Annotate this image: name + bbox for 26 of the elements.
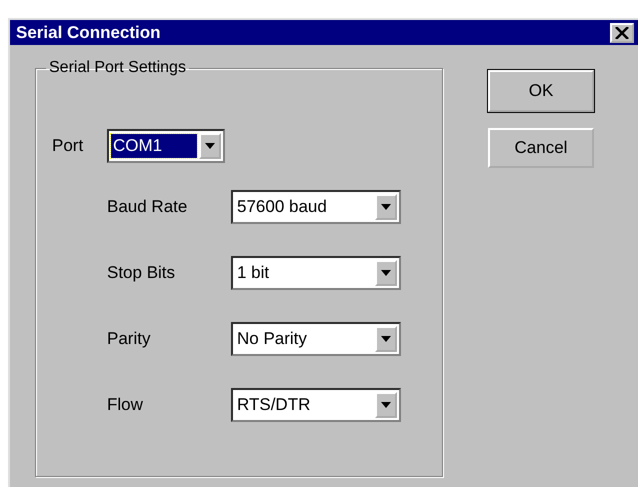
dropdown-button[interactable] [375, 260, 397, 286]
dialog-button[interactable]: OK [488, 70, 594, 112]
dropdown-field[interactable]: No Parity [231, 322, 401, 356]
close-button[interactable] [610, 22, 634, 42]
dropdown-field[interactable]: 1 bit [231, 256, 401, 290]
field-label: Flow [107, 395, 144, 415]
close-icon [615, 26, 629, 38]
field-label: Baud Rate [107, 197, 188, 217]
dropdown-field[interactable]: RTS/DTR [231, 388, 401, 422]
dropdown-arrow-icon [381, 336, 391, 342]
window-title: Serial Connection [16, 22, 161, 42]
field-label: Parity [107, 329, 152, 349]
field-label: Stop Bits [107, 263, 176, 283]
dropdown-arrow-icon [381, 270, 391, 276]
dropdown-field[interactable]: COM1 [107, 129, 225, 163]
dropdown-field[interactable]: 57600 baud [231, 190, 401, 224]
dropdown-button[interactable] [199, 133, 221, 159]
group-title: Serial Port Settings [48, 59, 187, 77]
dropdown-button[interactable] [375, 392, 397, 418]
dialog-button[interactable]: Cancel [488, 128, 594, 168]
dropdown-arrow-icon [381, 402, 391, 408]
field-label: Port [52, 136, 84, 156]
dropdown-arrow-icon [205, 143, 215, 149]
dropdown-button[interactable] [375, 326, 397, 352]
dropdown-arrow-icon [381, 204, 391, 210]
dropdown-button[interactable] [375, 194, 397, 220]
